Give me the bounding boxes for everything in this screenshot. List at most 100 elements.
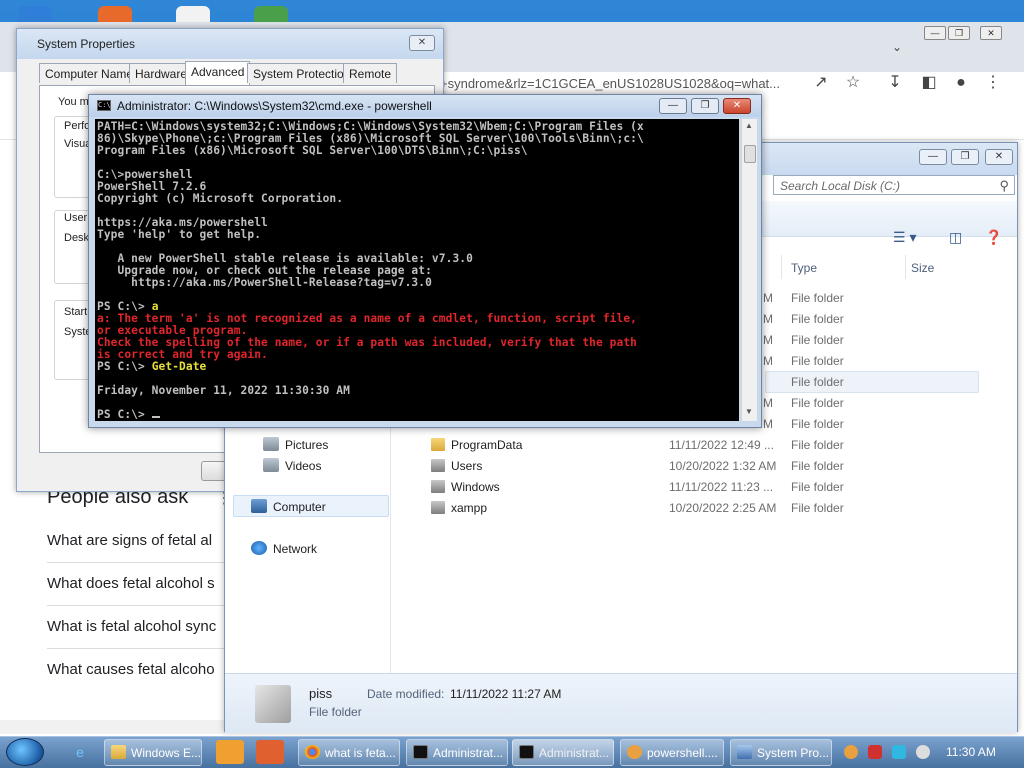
paa-question[interactable]: What causes fetal alcoho [47,661,215,678]
tray-flag-icon[interactable] [868,745,882,759]
paa-question[interactable]: What does fetal alcohol s [47,575,215,592]
videos-icon [263,458,279,472]
cmd-maximize-button[interactable]: ❐ [691,98,719,114]
scroll-thumb[interactable] [744,145,756,163]
explorer-search-input[interactable]: Search Local Disk (C:) ⚲ [773,175,1015,195]
date-fragment: M [763,417,773,431]
tab-search-chevron-icon[interactable]: ⌄ [892,40,902,54]
taskbar-button-explorer[interactable]: Windows E... [104,739,202,766]
system-properties-icon [737,745,752,759]
start-button[interactable] [6,738,44,766]
cmd-close-button[interactable]: ✕ [723,98,751,114]
tray-search-icon[interactable] [844,745,858,759]
cmd-minimize-button[interactable]: — [659,98,687,114]
row-type: File folder [791,480,844,494]
paa-question[interactable]: What is fetal alcohol sync [47,618,216,635]
tab-remote[interactable]: Remote [343,63,398,83]
help-icon[interactable]: ❓ [985,229,1002,246]
sysprop-close-button[interactable]: ✕ [409,35,435,51]
taskbar-button-search[interactable]: powershell.... [620,739,724,766]
taskbar-button-cmd-1[interactable]: Administrat... [406,739,508,766]
scroll-up-arrow-icon[interactable]: ▲ [745,121,753,130]
side-panel-icon[interactable]: ◧ [920,74,938,92]
console-line: Friday, November 11, 2022 11:30:30 AM [97,384,350,397]
chrome-close-button[interactable]: ✕ [980,26,1002,40]
row-type: File folder [791,312,844,326]
preview-pane-icon[interactable]: ◫ [949,229,962,246]
profile-avatar-icon[interactable]: ● [952,74,970,92]
taskbar-button-system-properties[interactable]: System Pro... [730,739,832,766]
file-row-users[interactable]: Users [431,459,482,473]
pictures-icon [263,437,279,451]
cmd-icon: C:\ [97,100,111,111]
cmd-scrollbar[interactable]: ▲ ▼ [741,119,757,421]
taskbar-button-cmd-2[interactable]: Administrat... [512,739,614,766]
scroll-down-arrow-icon[interactable]: ▼ [745,407,753,416]
share-icon[interactable]: ↗ [812,74,830,92]
chrome-address-bar[interactable]: +syndrome&rlz=1C1GCEA_enUS1028US1028&oq=… [440,76,780,91]
media-player-icon[interactable] [216,740,244,764]
taskbar-clock[interactable]: 11:30 AM [946,745,996,759]
tray-monitor-icon[interactable] [892,745,906,759]
row-type: File folder [791,354,844,368]
explorer-maximize-button[interactable]: ❐ [951,149,979,165]
sysprop-titlebar[interactable]: System Properties ✕ [17,29,443,59]
details-date-label: Date modified: [367,687,445,701]
tab-system-protection[interactable]: System Protection [247,63,357,83]
bookmark-star-icon[interactable]: ☆ [844,74,862,92]
taskbar-label: Administrat... [539,746,610,760]
prompt-line[interactable]: PS C:\> [97,409,739,421]
folder-icon [431,480,445,493]
divider [47,605,227,606]
prompt: PS C:\> [97,408,152,421]
tab-computer-name[interactable]: Computer Name [39,63,140,83]
taskbar-button-chrome[interactable]: what is feta... [298,739,400,766]
tray-volume-icon[interactable] [916,745,930,759]
date-fragment: M [763,291,773,305]
chrome-horizontal-scrollbar[interactable] [0,720,226,734]
internet-explorer-icon[interactable]: e [66,740,94,764]
nav-item-computer[interactable]: Computer [251,499,326,514]
explorer-minimize-button[interactable]: — [919,149,947,165]
chrome-minimize-button[interactable]: — [924,26,946,40]
app-icon[interactable] [256,740,284,764]
desktop-settings-text: Desk [64,232,90,244]
divider [47,562,227,563]
network-icon [251,541,267,555]
column-type[interactable]: Type [791,261,817,275]
taskbar-label: what is feta... [325,746,396,760]
column-divider [905,255,906,279]
performance-label: Perfo [64,120,91,132]
folder-icon [431,438,445,451]
view-options-icon[interactable]: ☰ ▾ [893,229,916,246]
file-name: Windows [451,480,500,494]
cmd-titlebar[interactable]: C:\ Administrator: C:\Windows\System32\c… [89,95,761,117]
row-type: File folder [791,333,844,347]
chrome-maximize-button[interactable]: ❐ [948,26,970,40]
taskbar-label: Administrat... [433,746,504,760]
explorer-close-button[interactable]: ✕ [985,149,1013,165]
computer-icon [251,499,267,513]
folder-icon [431,501,445,514]
details-type: File folder [309,705,362,719]
nav-item-network[interactable]: Network [251,541,317,556]
date-fragment: M [763,354,773,368]
paa-question[interactable]: What are signs of fetal al [47,532,212,549]
search-icon[interactable]: ⚲ [999,178,1009,194]
nav-item-videos[interactable]: Videos [263,458,321,473]
row-type: File folder [791,438,844,452]
download-icon[interactable]: ↧ [886,74,904,92]
console-output[interactable]: PATH=C:\Windows\system32;C:\Windows;C:\W… [95,119,739,421]
folder-icon [111,745,126,759]
file-row-windows[interactable]: Windows [431,480,500,494]
column-divider [781,255,782,279]
column-size[interactable]: Size [911,261,934,275]
chrome-menu-icon[interactable]: ⋮ [984,74,1002,92]
file-row-xampp[interactable]: xampp [431,501,487,515]
taskbar-label: Windows E... [131,746,202,760]
file-row-programdata[interactable]: ProgramData [431,438,522,452]
tab-hardware[interactable]: Hardware [129,63,194,83]
nav-item-pictures[interactable]: Pictures [263,437,328,452]
folder-icon [431,459,445,472]
tab-advanced[interactable]: Advanced [185,61,251,85]
